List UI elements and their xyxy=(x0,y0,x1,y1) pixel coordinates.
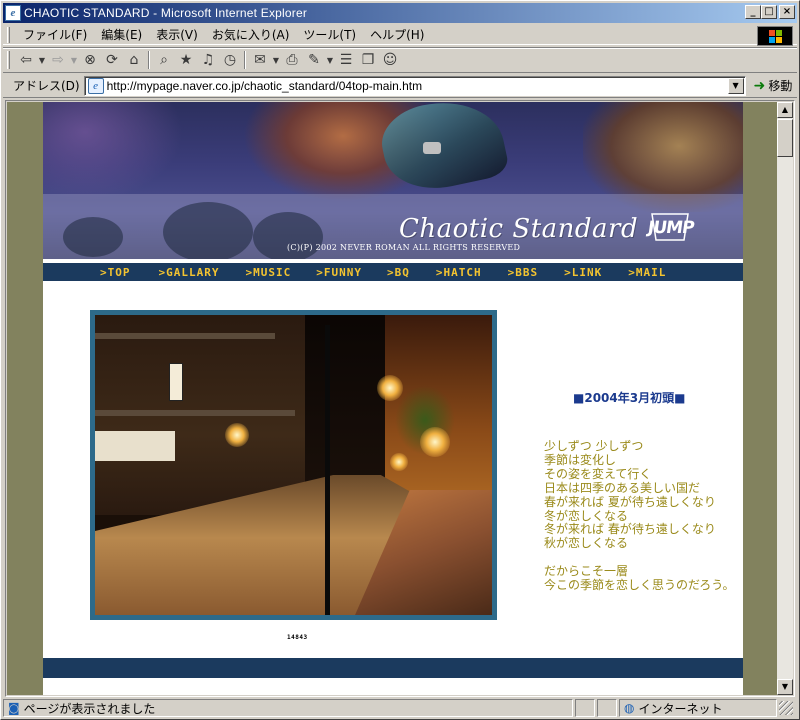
refresh-icon[interactable]: ⟳ xyxy=(101,49,123,71)
poem-blank-line xyxy=(544,551,735,565)
title-bar[interactable]: e CHAOTIC STANDARD - Microsoft Internet … xyxy=(3,3,797,23)
go-button[interactable]: ➜ 移動 xyxy=(754,77,793,94)
site-logo[interactable]: Chaotic Standard xyxy=(399,214,638,244)
poem-line: 秋が恋しくなる xyxy=(544,536,629,551)
menu-file[interactable]: ファイル(F) xyxy=(16,26,94,43)
jump-badge: JUMP xyxy=(646,210,695,244)
window-title: CHAOTIC STANDARD - Microsoft Internet Ex… xyxy=(24,6,308,20)
menu-bar: ファイル(F) 編集(E) 表示(V) お気に入り(A) ツール(T) ヘルプ(… xyxy=(3,25,797,46)
poem-line: 日本は四季のある美しい国だ xyxy=(544,480,701,495)
address-input[interactable]: e http://mypage.naver.co.jp/chaotic_stan… xyxy=(83,75,746,96)
copyright-text: (C)(P) 2002 NEVER ROMAN ALL RIGHTS RESER… xyxy=(287,243,521,252)
scroll-up-icon[interactable]: ▲ xyxy=(777,102,793,118)
kyoto-street-photo xyxy=(90,310,497,620)
date-heading: ■2004年3月初頭■ xyxy=(573,391,686,405)
research-icon[interactable]: ❐ xyxy=(357,49,379,71)
address-url[interactable]: http://mypage.naver.co.jp/chaotic_standa… xyxy=(107,79,423,93)
page-icon: e xyxy=(87,77,104,94)
window-controls: _ □ × xyxy=(745,5,795,19)
discuss-icon[interactable]: ☰ xyxy=(335,49,357,71)
vertical-scrollbar[interactable]: ▲ ▼ xyxy=(777,102,793,695)
status-bar: ◙ ページが表示されました ◍ インターネット xyxy=(3,698,797,718)
poem-line: 季節は変化し xyxy=(544,452,617,467)
nav-music[interactable]: >MUSIC xyxy=(245,266,291,279)
browser-window: e CHAOTIC STANDARD - Microsoft Internet … xyxy=(0,0,800,720)
forward-arrow-icon[interactable]: ⇨ xyxy=(47,49,69,71)
menu-view[interactable]: 表示(V) xyxy=(149,26,205,43)
minimize-button[interactable]: _ xyxy=(745,5,761,19)
media-icon[interactable]: ♫ xyxy=(197,49,219,71)
nav-gallary[interactable]: >GALLARY xyxy=(159,266,220,279)
status-message-panel: ◙ ページが表示されました xyxy=(3,699,573,717)
site-nav: >TOP >GALLARY >MUSIC >FUNNY >BQ >HATCH >… xyxy=(43,263,743,281)
menu-edit[interactable]: 編集(E) xyxy=(94,26,149,43)
forward-dropdown-icon[interactable]: ▼ xyxy=(69,49,79,71)
favorites-icon[interactable]: ★ xyxy=(175,49,197,71)
stop-icon[interactable]: ⊗ xyxy=(79,49,101,71)
site-banner: Chaotic Standard JUMP (C)(P) 2002 NEVER … xyxy=(43,102,743,259)
toolbar-separator xyxy=(148,51,150,69)
ie-page-icon: e xyxy=(5,5,21,21)
go-label: 移動 xyxy=(768,79,793,93)
zone-label: インターネット xyxy=(638,701,723,716)
history-icon[interactable]: ◷ xyxy=(219,49,241,71)
scroll-down-icon[interactable]: ▼ xyxy=(777,679,793,695)
edit-icon[interactable]: ✎ xyxy=(303,49,325,71)
poem-text: 少しずつ 少しずつ 季節は変化し その姿を変えて行く 日本は四季のある美しい国だ… xyxy=(544,439,735,593)
poem-line: その姿を変えて行く xyxy=(544,466,652,481)
toolbar-separator xyxy=(244,51,246,69)
zone-panel: ◍ インターネット xyxy=(619,699,777,717)
nav-bq[interactable]: >BQ xyxy=(387,266,410,279)
banner-photo-watch xyxy=(423,142,441,154)
content-viewport: Chaotic Standard JUMP (C)(P) 2002 NEVER … xyxy=(5,100,795,697)
back-arrow-icon[interactable]: ⇦ xyxy=(15,49,37,71)
edit-dropdown-icon[interactable]: ▼ xyxy=(325,49,335,71)
poem-line: 今この季節を恋しく思うのだろう。 xyxy=(544,578,735,593)
close-button[interactable]: × xyxy=(779,5,795,19)
search-icon[interactable]: ⌕ xyxy=(153,49,175,71)
menu-favorites[interactable]: お気に入り(A) xyxy=(205,26,297,43)
mail-dropdown-icon[interactable]: ▼ xyxy=(271,49,281,71)
nav-funny[interactable]: >FUNNY xyxy=(316,266,362,279)
poem-line: だからこそ一層 xyxy=(544,564,629,579)
resize-grip[interactable] xyxy=(779,701,793,715)
jump-badge-text: JUMP xyxy=(646,218,695,238)
menu-tools[interactable]: ツール(T) xyxy=(296,26,363,43)
toolbar-grip[interactable] xyxy=(7,51,10,69)
standard-toolbar: ⇦ ▼ ⇨ ▼ ⊗ ⟳ ⌂ ⌕ ★ ♫ ◷ ✉ ▼ ⎙ ✎ ▼ ☰ ❐ ☺ xyxy=(3,47,797,73)
status-empty-panel xyxy=(597,699,617,717)
poem-line: 少しずつ 少しずつ xyxy=(544,439,644,453)
maximize-button[interactable]: □ xyxy=(761,5,777,19)
messenger-icon[interactable]: ☺ xyxy=(379,49,401,71)
internet-zone-icon: ◍ xyxy=(624,701,635,715)
address-dropdown-icon[interactable]: ▼ xyxy=(727,77,744,94)
site-container: Chaotic Standard JUMP (C)(P) 2002 NEVER … xyxy=(43,102,743,695)
address-bar: アドレス(D) e http://mypage.naver.co.jp/chao… xyxy=(3,74,797,98)
windows-logo-icon xyxy=(757,26,793,46)
nav-hatch[interactable]: >HATCH xyxy=(436,266,482,279)
status-message: ページが表示されました xyxy=(23,701,156,716)
menu-help[interactable]: ヘルプ(H) xyxy=(363,26,431,43)
back-dropdown-icon[interactable]: ▼ xyxy=(37,49,47,71)
shop-sign xyxy=(169,363,183,401)
nav-bbs[interactable]: >BBS xyxy=(508,266,539,279)
nav-mail[interactable]: >MAIL xyxy=(628,266,666,279)
web-page: Chaotic Standard JUMP (C)(P) 2002 NEVER … xyxy=(7,102,778,695)
nav-top[interactable]: >TOP xyxy=(100,266,131,279)
nav-link[interactable]: >LINK xyxy=(564,266,602,279)
scroll-thumb[interactable] xyxy=(777,119,793,157)
print-icon[interactable]: ⎙ xyxy=(281,49,303,71)
footer-bar xyxy=(43,658,743,678)
status-empty-panel xyxy=(575,699,595,717)
mail-icon[interactable]: ✉ xyxy=(249,49,271,71)
menu-grip[interactable] xyxy=(7,26,10,43)
go-arrow-icon: ➜ xyxy=(753,77,766,94)
page-done-icon: ◙ xyxy=(8,701,20,715)
poem-line: 春が来れば 夏が待ち遠しくなり xyxy=(544,494,716,509)
home-icon[interactable]: ⌂ xyxy=(123,49,145,71)
address-label: アドレス(D) xyxy=(13,79,80,93)
visitor-counter: 14843 xyxy=(287,634,308,641)
